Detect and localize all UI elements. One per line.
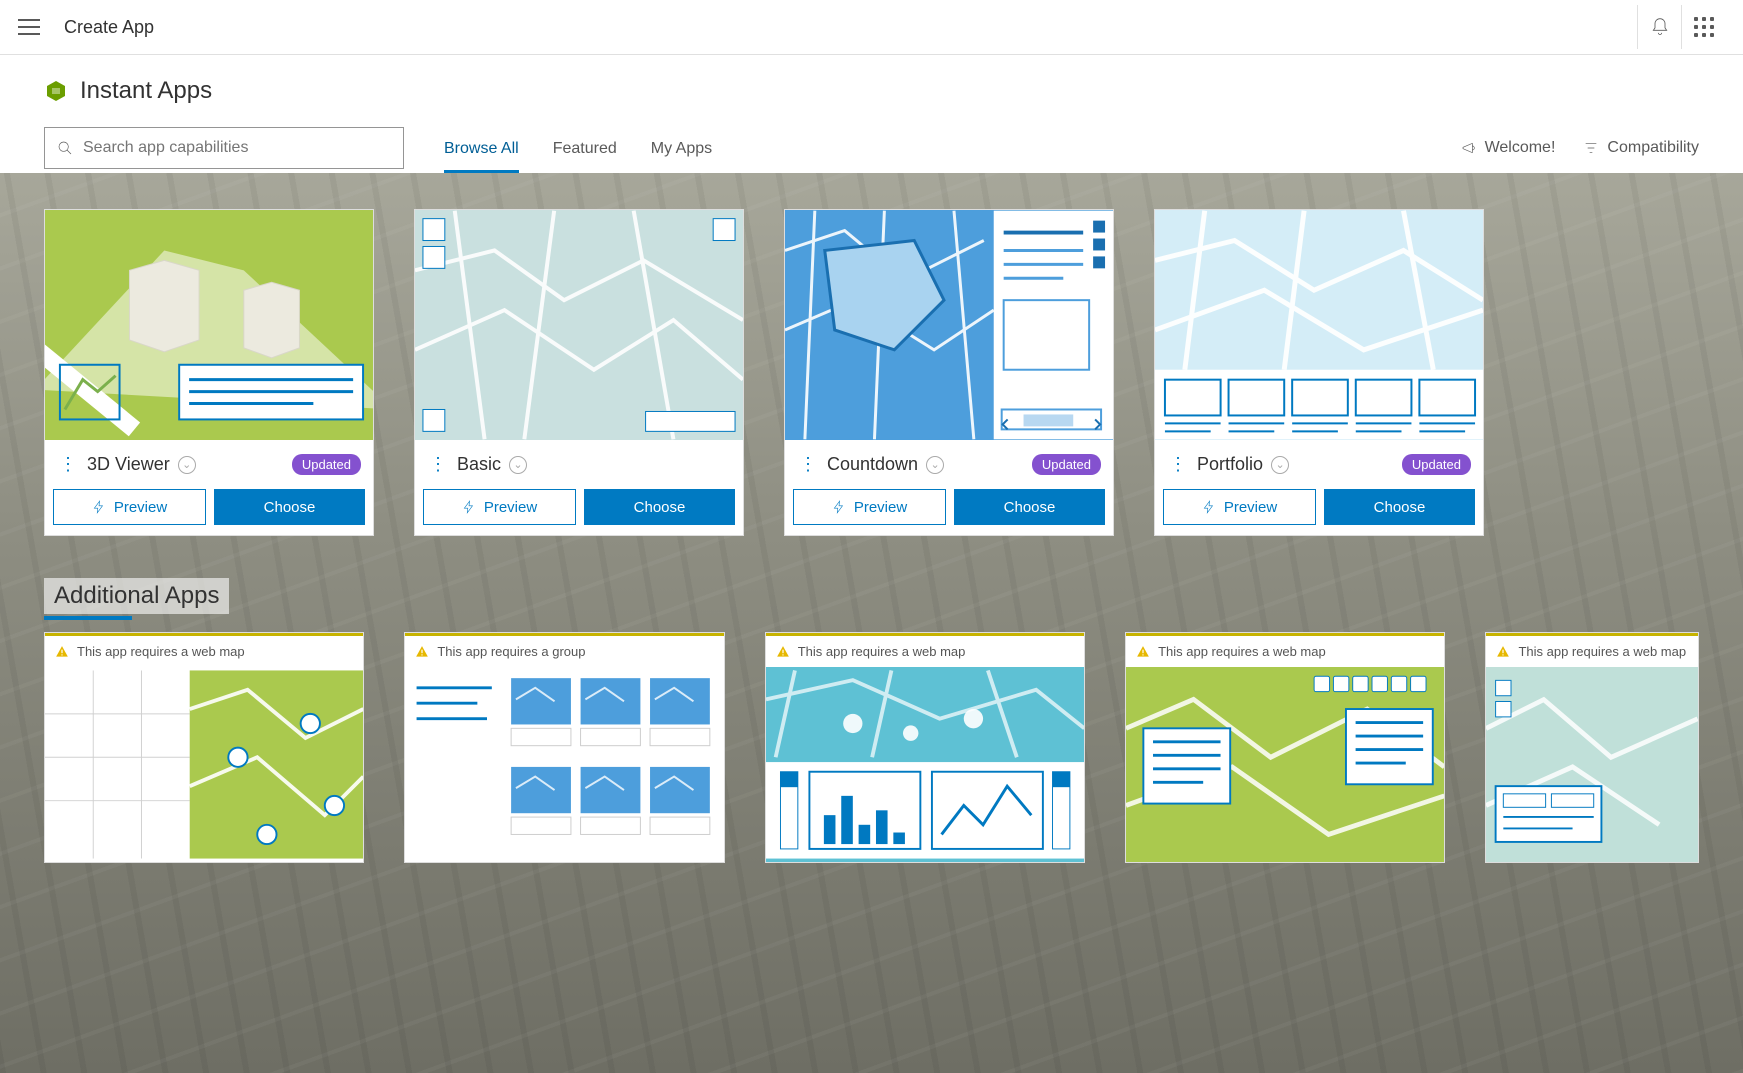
card-chart-viewer: This app requires a web map (765, 632, 1085, 863)
drag-handle-icon[interactable]: ⋮ (57, 454, 79, 475)
compatibility-link[interactable]: Compatibility (1583, 139, 1699, 157)
welcome-label: Welcome! (1485, 139, 1556, 157)
choose-label: Choose (1004, 499, 1056, 516)
tab-featured[interactable]: Featured (553, 140, 617, 173)
compatibility-label: Compatibility (1607, 139, 1699, 157)
choose-label: Choose (634, 499, 686, 516)
choose-button[interactable]: Choose (954, 489, 1105, 525)
thumb-basic (415, 210, 743, 440)
brand-title: Instant Apps (80, 77, 212, 105)
instant-apps-logo-icon (44, 79, 68, 103)
tab-browse-all[interactable]: Browse All (444, 140, 519, 173)
preview-button[interactable]: Preview (53, 489, 206, 525)
card-title: 3D Viewer (87, 454, 170, 475)
card-partial: This app requires a web map (1485, 632, 1699, 863)
search-input-wrapper[interactable] (44, 127, 404, 169)
bolt-icon (462, 500, 476, 514)
featured-card-row: ⋮ 3D Viewer ⌄ Updated Preview Choose (44, 209, 1699, 536)
info-icon[interactable]: ⌄ (1271, 456, 1289, 474)
choose-button[interactable]: Choose (1324, 489, 1475, 525)
warning-icon (1496, 645, 1510, 659)
card-portfolio: ⋮ Portfolio ⌄ Updated Preview Choose (1154, 209, 1484, 536)
choose-button[interactable]: Choose (214, 489, 365, 525)
warning-icon (415, 645, 429, 659)
notifications-button[interactable] (1637, 5, 1681, 49)
preview-button[interactable]: Preview (423, 489, 576, 525)
thumb-chart-viewer (766, 667, 1084, 862)
preview-button[interactable]: Preview (793, 489, 946, 525)
updated-badge: Updated (1402, 454, 1471, 475)
thumb-partial (1486, 667, 1698, 862)
menu-icon[interactable] (18, 19, 40, 35)
warning-bar: This app requires a web map (1126, 633, 1444, 667)
card-attachment-viewer: This app requires a web map (44, 632, 364, 863)
main-stage: ⋮ 3D Viewer ⌄ Updated Preview Choose (0, 173, 1743, 1073)
warning-bar: This app requires a web map (1486, 633, 1698, 667)
section-title: Additional Apps (44, 578, 229, 614)
updated-badge: Updated (292, 454, 361, 475)
warning-icon (1136, 645, 1150, 659)
search-input[interactable] (83, 139, 391, 157)
warning-text: This app requires a web map (1518, 644, 1686, 659)
warning-icon (55, 645, 69, 659)
thumb-exhibit (1126, 667, 1444, 862)
bolt-icon (832, 500, 846, 514)
thumb-attachment-viewer (45, 667, 363, 862)
card-title: Countdown (827, 454, 918, 475)
section-header-additional: Additional Apps (44, 578, 1699, 620)
preview-label: Preview (854, 499, 907, 516)
top-header: Create App (0, 0, 1743, 55)
info-icon[interactable]: ⌄ (926, 456, 944, 474)
warning-bar: This app requires a group (405, 633, 723, 667)
card-3d-viewer: ⋮ 3D Viewer ⌄ Updated Preview Choose (44, 209, 374, 536)
warning-bar: This app requires a web map (45, 633, 363, 667)
additional-card-row: This app requires a web map (44, 632, 1699, 863)
drag-handle-icon[interactable]: ⋮ (797, 454, 819, 475)
preview-button[interactable]: Preview (1163, 489, 1316, 525)
info-icon[interactable]: ⌄ (178, 456, 196, 474)
warning-text: This app requires a web map (1158, 644, 1326, 659)
info-icon[interactable]: ⌄ (509, 456, 527, 474)
drag-handle-icon[interactable]: ⋮ (427, 454, 449, 475)
page-title: Create App (64, 17, 154, 38)
card-title: Portfolio (1197, 454, 1263, 475)
preview-label: Preview (484, 499, 537, 516)
search-icon (57, 140, 73, 156)
tabs: Browse All Featured My Apps (444, 140, 712, 173)
welcome-link[interactable]: Welcome! (1461, 139, 1556, 157)
warning-text: This app requires a group (437, 644, 585, 659)
bolt-icon (1202, 500, 1216, 514)
warning-text: This app requires a web map (77, 644, 245, 659)
choose-button[interactable]: Choose (584, 489, 735, 525)
tab-my-apps[interactable]: My Apps (651, 140, 712, 173)
thumb-portfolio (1155, 210, 1483, 440)
app-switcher-button[interactable] (1681, 5, 1725, 49)
drag-handle-icon[interactable]: ⋮ (1167, 454, 1189, 475)
thumb-3d-viewer (45, 210, 373, 440)
megaphone-icon (1461, 140, 1477, 156)
card-exhibit: This app requires a web map (1125, 632, 1445, 863)
card-category-gallery: This app requires a group (404, 632, 724, 863)
card-countdown: ⋮ Countdown ⌄ Updated Preview Choose (784, 209, 1114, 536)
warning-bar: This app requires a web map (766, 633, 1084, 667)
preview-label: Preview (114, 499, 167, 516)
warning-text: This app requires a web map (798, 644, 966, 659)
updated-badge: Updated (1032, 454, 1101, 475)
thumb-countdown (785, 210, 1113, 440)
bolt-icon (92, 500, 106, 514)
card-title: Basic (457, 454, 501, 475)
choose-label: Choose (1374, 499, 1426, 516)
thumb-category-gallery (405, 667, 723, 862)
filter-icon (1583, 140, 1599, 156)
choose-label: Choose (264, 499, 316, 516)
card-basic: ⋮ Basic ⌄ Preview Choose (414, 209, 744, 536)
warning-icon (776, 645, 790, 659)
preview-label: Preview (1224, 499, 1277, 516)
sub-header: Instant Apps Browse All Featured My Apps… (0, 55, 1743, 173)
